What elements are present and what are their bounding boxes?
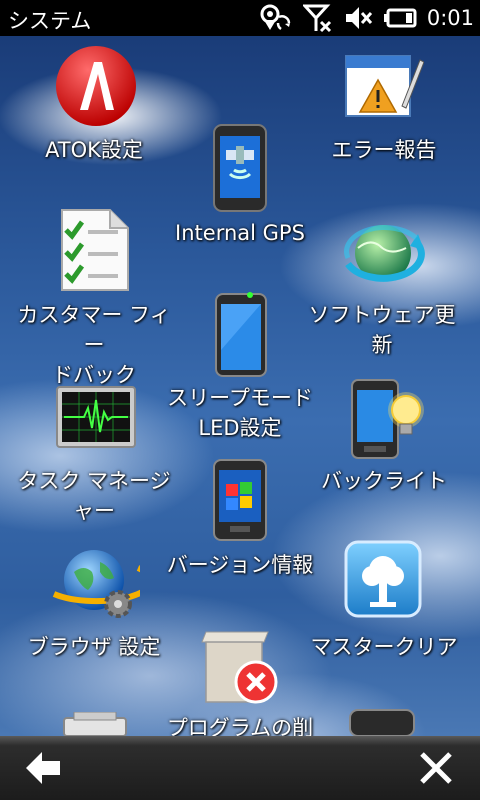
checklist-document-icon <box>61 209 129 291</box>
software-update-label: ソフトウェア更新 <box>308 303 456 357</box>
heartbeat-monitor-icon <box>56 386 136 448</box>
back-arrow-icon <box>26 752 60 784</box>
gps-phone-icon <box>213 124 267 212</box>
close-icon <box>420 752 452 784</box>
gps-sync-icon <box>260 4 291 31</box>
windows-phone-icon <box>213 459 267 541</box>
back-button[interactable] <box>14 744 74 792</box>
tree-reset-icon <box>344 540 422 618</box>
status-bar: システム 0:01 <box>0 0 480 36</box>
customer-feedback-label: カスタマー フィー ドバック <box>17 303 171 387</box>
globe-gear-icon <box>52 550 140 618</box>
close-button[interactable] <box>406 744 466 792</box>
atok-icon <box>56 46 136 126</box>
internal-gps-label: Internal GPS <box>175 221 305 245</box>
app-title[interactable]: システム <box>8 5 91 35</box>
master-clear-label: マスタークリア <box>310 635 458 659</box>
signal-off-icon <box>302 4 331 33</box>
battery-icon <box>383 8 417 28</box>
error-report-label: エラー報告 <box>331 138 437 162</box>
browser-settings-label: ブラウザ 設定 <box>27 635 161 659</box>
speaker-muted-icon <box>345 7 372 29</box>
partial-card-icon <box>349 709 415 736</box>
partial-device-icon <box>63 712 127 736</box>
remove-program-icon <box>201 631 278 704</box>
sleep-mode-led-label: スリープモード LED設定 <box>167 386 313 440</box>
clock[interactable]: 0:01 <box>427 6 474 30</box>
phone-led-icon <box>215 292 267 377</box>
phone-lightbulb-icon <box>351 379 424 459</box>
backlight-label: バックライト <box>321 469 447 493</box>
task-manager-label: タスク マネージ ャー <box>17 469 171 523</box>
atok-settings-label: ATOK設定 <box>45 138 143 162</box>
version-info-label: バージョン情報 <box>166 553 314 577</box>
bottom-bar <box>0 736 480 800</box>
error-report-icon <box>345 55 424 117</box>
globe-refresh-icon <box>344 225 425 282</box>
